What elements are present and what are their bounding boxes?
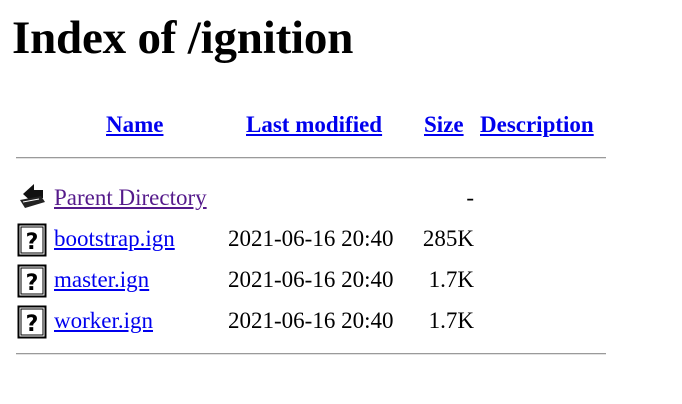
header-divider xyxy=(16,157,606,159)
parent-directory-row: Parent Directory - xyxy=(0,180,682,214)
svg-text:?: ? xyxy=(26,312,39,337)
table-row: ? worker.ign 2021-06-16 20:40 1.7K xyxy=(0,303,682,339)
sort-by-size-link[interactable]: Size xyxy=(424,111,464,139)
file-link-worker[interactable]: worker.ign xyxy=(54,307,153,335)
file-modified: 2021-06-16 20:40 xyxy=(228,226,394,251)
sort-by-last-modified-link[interactable]: Last modified xyxy=(246,111,382,139)
page-title: Index of /ignition xyxy=(12,12,354,64)
table-row: ? master.ign 2021-06-16 20:40 1.7K xyxy=(0,262,682,298)
file-size: 1.7K xyxy=(428,267,474,292)
svg-text:?: ? xyxy=(26,230,39,255)
unknown-file-icon: ? xyxy=(17,223,47,257)
unknown-file-icon: ? xyxy=(17,264,47,298)
file-size: 285K xyxy=(422,226,474,251)
file-link-master[interactable]: master.ign xyxy=(54,266,149,294)
sort-by-description-link[interactable]: Description xyxy=(480,111,594,139)
file-size: 1.7K xyxy=(428,308,474,333)
table-row: ? bootstrap.ign 2021-06-16 20:40 285K xyxy=(0,221,682,257)
sort-by-name-link[interactable]: Name xyxy=(106,111,163,139)
unknown-file-icon: ? xyxy=(17,305,47,339)
parent-directory-link[interactable]: Parent Directory xyxy=(54,184,207,212)
file-modified: 2021-06-16 20:40 xyxy=(228,267,394,292)
file-link-bootstrap[interactable]: bootstrap.ign xyxy=(54,225,175,253)
file-modified: 2021-06-16 20:40 xyxy=(228,308,394,333)
svg-text:?: ? xyxy=(26,271,39,296)
back-arrow-icon xyxy=(17,182,47,212)
parent-size: - xyxy=(466,185,474,210)
footer-divider xyxy=(16,353,606,355)
